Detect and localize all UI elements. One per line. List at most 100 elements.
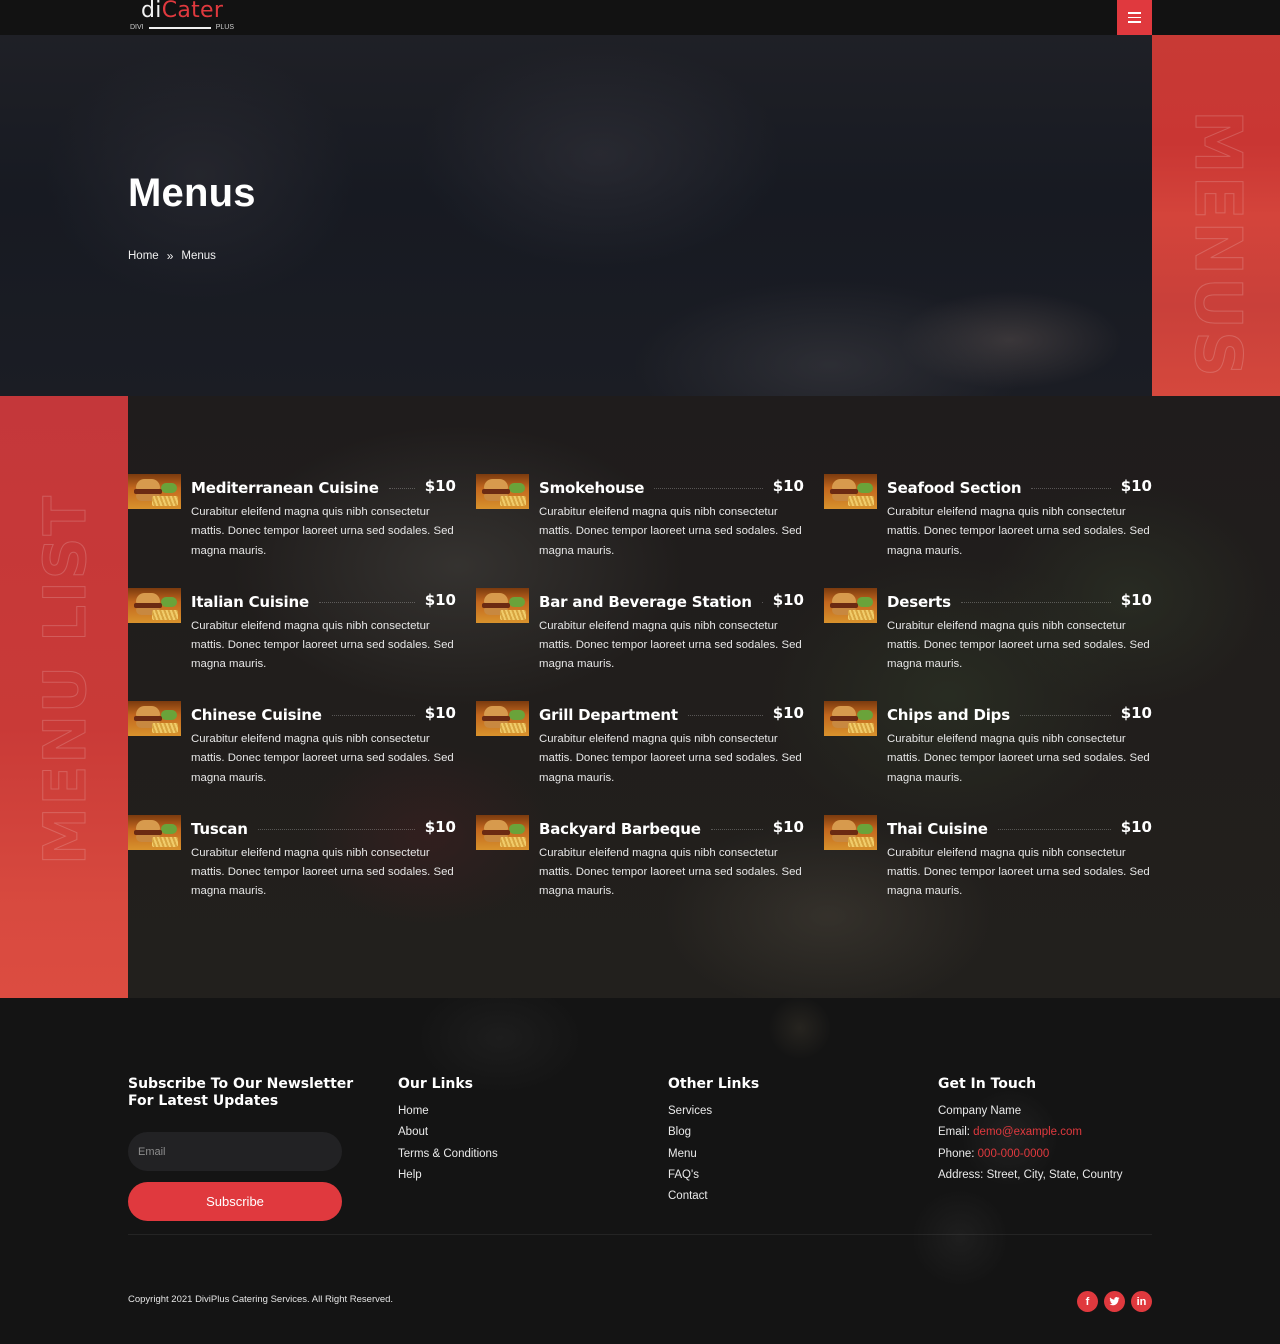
- menu-item-leader-line: [1019, 715, 1111, 716]
- menu-item-leader-line: [257, 828, 415, 830]
- menu-item: Bar and Beverage Station $10 Curabitur e…: [476, 587, 804, 682]
- logo-part-cater: Cater: [161, 0, 224, 23]
- facebook-link[interactable]: f: [1077, 1291, 1098, 1312]
- contact-phone-link[interactable]: 000-000-0000: [978, 1148, 1050, 1160]
- logo-sub-left: DIVI: [130, 24, 144, 31]
- logo-sub-right: PLUS: [215, 24, 234, 31]
- menu-item-header: Deserts $10: [887, 588, 1152, 612]
- menu-item-title: Chinese Cuisine: [191, 706, 322, 724]
- footer-link-faqs[interactable]: FAQ's: [668, 1165, 759, 1186]
- menu-grid: Mediterranean Cuisine $10 Curabitur elei…: [128, 474, 1152, 908]
- menu-item-leader-line: [960, 601, 1111, 603]
- menu-item-header: Smokehouse $10: [539, 474, 804, 498]
- contact-email-label: Email:: [938, 1126, 974, 1139]
- hero-side-panel: MENUS: [1152, 35, 1280, 396]
- menu-item-leader-line: [388, 488, 415, 489]
- menu-item-image: [824, 814, 877, 850]
- linkedin-icon: in: [1136, 1295, 1147, 1308]
- menu-item: Backyard Barbeque $10 Curabitur eleifend…: [476, 814, 804, 909]
- breadcrumb-home-link[interactable]: Home: [128, 250, 159, 262]
- menu-item-leader-line: [318, 601, 415, 603]
- menu-item: Chinese Cuisine $10 Curabitur eleifend m…: [128, 701, 456, 795]
- contact-phone-label: Phone:: [938, 1147, 978, 1160]
- footer-link-contact[interactable]: Contact: [668, 1186, 759, 1207]
- menu-list-section: MENU LIST Mediterranean Cuisine $10 Cura…: [0, 396, 1280, 998]
- menu-item-price: $10: [424, 817, 456, 836]
- hero-banner: Menus Home » Menus: [0, 35, 1152, 396]
- menu-item-leader-line: [710, 828, 763, 830]
- menu-side-panel: MENU LIST: [0, 396, 128, 998]
- footer-link-blog[interactable]: Blog: [668, 1122, 759, 1143]
- menu-item-header: Thai Cuisine $10: [887, 815, 1152, 839]
- menu-item: Chips and Dips $10 Curabitur eleifend ma…: [824, 701, 1152, 795]
- menu-item: Deserts $10 Curabitur eleifend magna qui…: [824, 587, 1152, 682]
- menu-item-image: [824, 701, 877, 736]
- menu-item: Italian Cuisine $10 Curabitur eleifend m…: [128, 587, 456, 682]
- menu-item-price: $10: [772, 704, 804, 722]
- contact-list: Company Name Email: demo@example.com Pho…: [938, 1101, 1123, 1186]
- menu-item-price: $10: [772, 477, 804, 495]
- footer-link-services[interactable]: Services: [668, 1101, 759, 1122]
- menu-item-title: Bar and Beverage Station: [539, 592, 752, 611]
- hamburger-icon-line: [1128, 21, 1141, 23]
- menu-item-description: Curabitur eleifend magna quis nibh conse…: [539, 846, 802, 898]
- our-links-heading: Our Links: [398, 1076, 473, 1092]
- footer-divider: [128, 1234, 1152, 1235]
- menu-item-header: Chips and Dips $10: [887, 701, 1152, 725]
- subscribe-button[interactable]: Subscribe: [128, 1182, 342, 1221]
- menu-item-description: Curabitur eleifend magna quis nibh conse…: [539, 619, 802, 671]
- menu-item-title: Thai Cuisine: [887, 819, 988, 838]
- menu-item-title: Backyard Barbeque: [539, 819, 701, 838]
- menu-item-leader-line: [654, 488, 763, 489]
- menu-item-header: Mediterranean Cuisine $10: [191, 474, 456, 498]
- menu-item-price: $10: [772, 817, 804, 836]
- menu-item-image: [476, 587, 529, 623]
- footer-link-terms[interactable]: Terms & Conditions: [398, 1144, 498, 1165]
- newsletter-email-input[interactable]: [128, 1132, 342, 1171]
- menu-item-price: $10: [1120, 704, 1152, 722]
- hamburger-icon-line: [1128, 16, 1141, 19]
- menu-item-title: Grill Department: [539, 706, 678, 724]
- breadcrumb: Home » Menus: [128, 249, 216, 263]
- menu-item-title: Chips and Dips: [887, 706, 1010, 724]
- menu-item-title: Seafood Section: [887, 479, 1022, 497]
- other-links-heading: Other Links: [668, 1076, 760, 1092]
- menu-item-title: Mediterranean Cuisine: [191, 479, 379, 497]
- twitter-link[interactable]: [1104, 1291, 1125, 1312]
- menu-item: Thai Cuisine $10 Curabitur eleifend magn…: [824, 814, 1152, 909]
- footer-link-home[interactable]: Home: [398, 1101, 498, 1122]
- menu-item-description: Curabitur eleifend magna quis nibh conse…: [191, 506, 454, 557]
- menu-item-price: $10: [772, 590, 804, 609]
- menu-item-image: [128, 474, 181, 509]
- menu-toggle-button[interactable]: [1117, 0, 1152, 35]
- facebook-icon: f: [1085, 1295, 1090, 1308]
- menu-item-header: Backyard Barbeque $10: [539, 815, 804, 839]
- our-links-column: Our Links Home About Terms & Conditions …: [398, 1076, 498, 1186]
- menu-item: Mediterranean Cuisine $10 Curabitur elei…: [128, 474, 456, 568]
- footer-link-about[interactable]: About: [398, 1122, 498, 1143]
- contact-heading: Get In Touch: [938, 1076, 1037, 1092]
- newsletter-heading-line2: For Latest Updates: [128, 1093, 279, 1109]
- menu-item-description: Curabitur eleifend magna quis nibh conse…: [191, 619, 454, 671]
- menu-item-leader-line: [687, 715, 763, 716]
- hamburger-icon: [1128, 12, 1141, 14]
- site-footer: Subscribe To Our Newsletter For Latest U…: [0, 998, 1280, 1344]
- menu-item-title: Deserts: [887, 592, 951, 611]
- menu-item: Seafood Section $10 Curabitur eleifend m…: [824, 474, 1152, 568]
- footer-link-menu[interactable]: Menu: [668, 1144, 759, 1165]
- menu-item-header: Grill Department $10: [539, 701, 804, 725]
- hero-side-word: MENUS: [1180, 110, 1255, 380]
- our-links-list: Home About Terms & Conditions Help: [398, 1101, 498, 1186]
- breadcrumb-current: Menus: [181, 250, 216, 262]
- linkedin-link[interactable]: in: [1131, 1291, 1152, 1312]
- contact-email-link[interactable]: demo@example.com: [973, 1126, 1082, 1138]
- contact-company: Company Name: [938, 1105, 1022, 1117]
- logo[interactable]: diCater DIVI PLUS: [128, 0, 238, 35]
- menu-item-price: $10: [424, 704, 456, 722]
- menu-item-header: Seafood Section $10: [887, 474, 1152, 498]
- site-header: diCater DIVI PLUS: [0, 0, 1280, 35]
- menu-item-leader-line: [761, 601, 763, 603]
- menu-item-title: Italian Cuisine: [191, 592, 309, 611]
- footer-link-help[interactable]: Help: [398, 1165, 498, 1186]
- menu-item-leader-line: [997, 828, 1111, 830]
